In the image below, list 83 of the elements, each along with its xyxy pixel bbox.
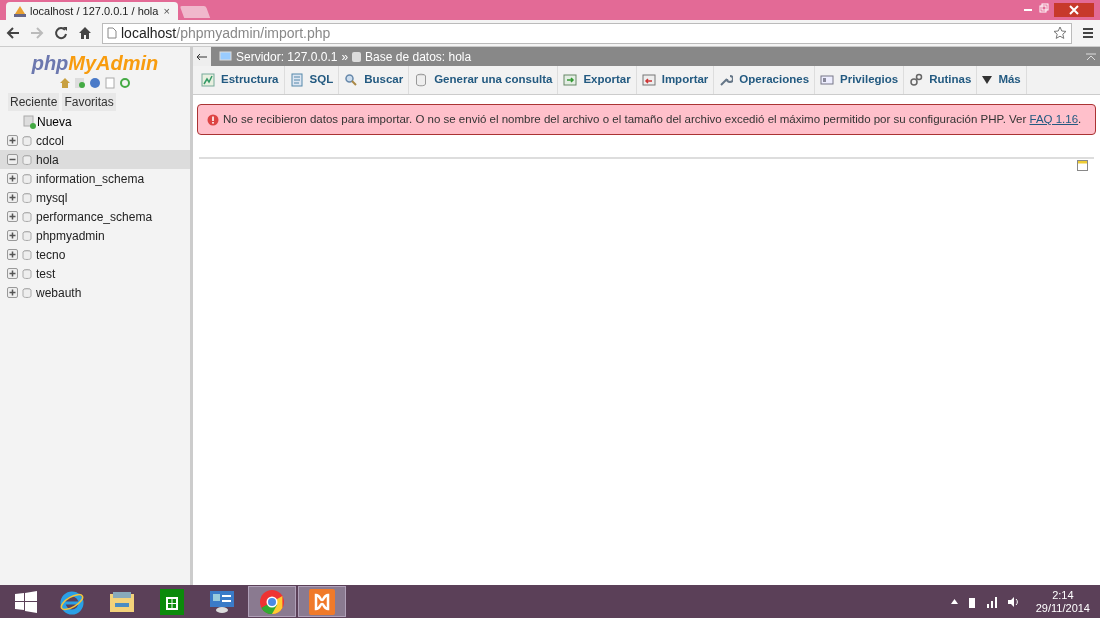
tree-row[interactable]: webauth bbox=[0, 283, 190, 302]
collapse-button[interactable] bbox=[193, 47, 211, 66]
expand-icon[interactable] bbox=[7, 268, 18, 279]
navigation-tab[interactable]: Reciente bbox=[8, 93, 60, 111]
database-icon bbox=[21, 172, 33, 185]
star-icon[interactable] bbox=[1053, 26, 1067, 40]
breadcrumb-link[interactable]: Servidor: 127.0.0.1 bbox=[236, 47, 338, 66]
menu-icon[interactable] bbox=[1082, 27, 1094, 39]
database-icon bbox=[21, 248, 33, 261]
menu-tab[interactable]: Rutinas bbox=[904, 66, 978, 94]
shopping-bag-icon bbox=[160, 588, 184, 615]
menu-tab[interactable]: Más bbox=[977, 66, 1027, 94]
database-icon bbox=[21, 210, 33, 223]
breadcrumb-separator: » bbox=[341, 48, 349, 66]
collapse-up-icon[interactable] bbox=[1086, 52, 1096, 61]
expand-icon[interactable] bbox=[7, 287, 18, 298]
tree-row[interactable]: test bbox=[0, 264, 190, 283]
home-icon[interactable] bbox=[78, 26, 92, 40]
page-icon bbox=[107, 27, 117, 39]
database-icon bbox=[21, 286, 33, 299]
tree-item[interactable]: Nueva bbox=[37, 112, 72, 131]
folder-icon bbox=[109, 590, 135, 613]
export-icon bbox=[563, 73, 578, 87]
menu-tab[interactable]: Exportar bbox=[558, 66, 637, 94]
back-icon[interactable] bbox=[6, 26, 20, 40]
server-icon bbox=[219, 50, 232, 63]
database-icon bbox=[21, 153, 33, 166]
expand-icon[interactable] bbox=[7, 173, 18, 184]
error-icon bbox=[207, 113, 219, 126]
tree-row[interactable]: tecno bbox=[0, 245, 190, 264]
gears-icon bbox=[909, 73, 924, 87]
database-icon bbox=[21, 229, 33, 242]
database-icon bbox=[21, 134, 33, 147]
console-icon[interactable] bbox=[1077, 160, 1088, 171]
tree-row[interactable]: information_schema bbox=[0, 169, 190, 188]
taskbar-button[interactable] bbox=[298, 586, 346, 617]
menu-tab[interactable]: Privilegios bbox=[815, 66, 905, 94]
windows-logo-icon bbox=[15, 590, 37, 613]
expand-icon[interactable] bbox=[7, 135, 18, 146]
document-icon bbox=[289, 73, 304, 87]
chrome-icon bbox=[259, 588, 285, 615]
tree-row[interactable]: performance_schema bbox=[0, 207, 190, 226]
monitor-icon bbox=[209, 589, 235, 614]
expand-icon[interactable] bbox=[7, 192, 18, 203]
chevron-up-icon[interactable] bbox=[950, 599, 958, 604]
tree-row[interactable]: hola bbox=[0, 150, 190, 169]
menu-tab[interactable]: Operaciones bbox=[714, 66, 816, 94]
database-icon bbox=[352, 51, 362, 62]
breadcrumb-link[interactable]: Base de datos: hola bbox=[365, 47, 472, 66]
menu-tab[interactable]: Buscar bbox=[339, 66, 410, 94]
navigation-tab[interactable]: Favoritas bbox=[62, 93, 116, 111]
address-bar[interactable]: localhost/phpmyadmin/import.php bbox=[102, 22, 1072, 44]
sailboat-icon bbox=[14, 5, 26, 17]
import-icon bbox=[641, 73, 656, 87]
menu-tab[interactable]: Generar una consulta bbox=[409, 66, 559, 94]
speaker-icon[interactable] bbox=[1006, 595, 1020, 608]
menu-tab[interactable]: Importar bbox=[636, 66, 715, 94]
xampp-icon bbox=[309, 588, 335, 615]
expand-icon[interactable] bbox=[7, 249, 18, 260]
menu-tab[interactable]: SQL bbox=[284, 66, 340, 94]
collapse-icon[interactable] bbox=[7, 154, 18, 165]
left-arrow-icon bbox=[197, 53, 207, 60]
menu-tab[interactable]: Estructura bbox=[196, 66, 285, 94]
caret-icon bbox=[982, 76, 993, 84]
tree-row[interactable]: cdcol bbox=[0, 131, 190, 150]
expand-icon[interactable] bbox=[7, 211, 18, 222]
close-icon[interactable] bbox=[1054, 3, 1094, 17]
clock[interactable]: 2:14 29/11/2014 bbox=[1035, 588, 1090, 615]
search-icon bbox=[344, 73, 359, 87]
chart-icon bbox=[201, 73, 215, 87]
error-text: No se recibieron datos para importar. O no se envió el nombre del archivo o el tamaño del archivo excedió el máximo permitido por su configuración PHP. Ver FAQ 1.16. bbox=[223, 111, 1082, 127]
phpmyadmin-logo: phpMyAdmin bbox=[30, 51, 160, 75]
new-database-icon bbox=[22, 114, 36, 129]
database-icon bbox=[21, 267, 33, 280]
expand-icon[interactable] bbox=[7, 230, 18, 241]
browser-tab[interactable]: localhost / 127.0.0.1 / hola × bbox=[6, 2, 178, 20]
close-icon[interactable]: × bbox=[163, 2, 170, 20]
signal-icon[interactable] bbox=[985, 595, 999, 608]
tree-row[interactable]: mysql bbox=[0, 188, 190, 207]
database-icon bbox=[414, 73, 429, 87]
id-card-icon bbox=[820, 73, 835, 87]
database-icon bbox=[21, 191, 33, 204]
tree-row[interactable]: phpmyadmin bbox=[0, 226, 190, 245]
